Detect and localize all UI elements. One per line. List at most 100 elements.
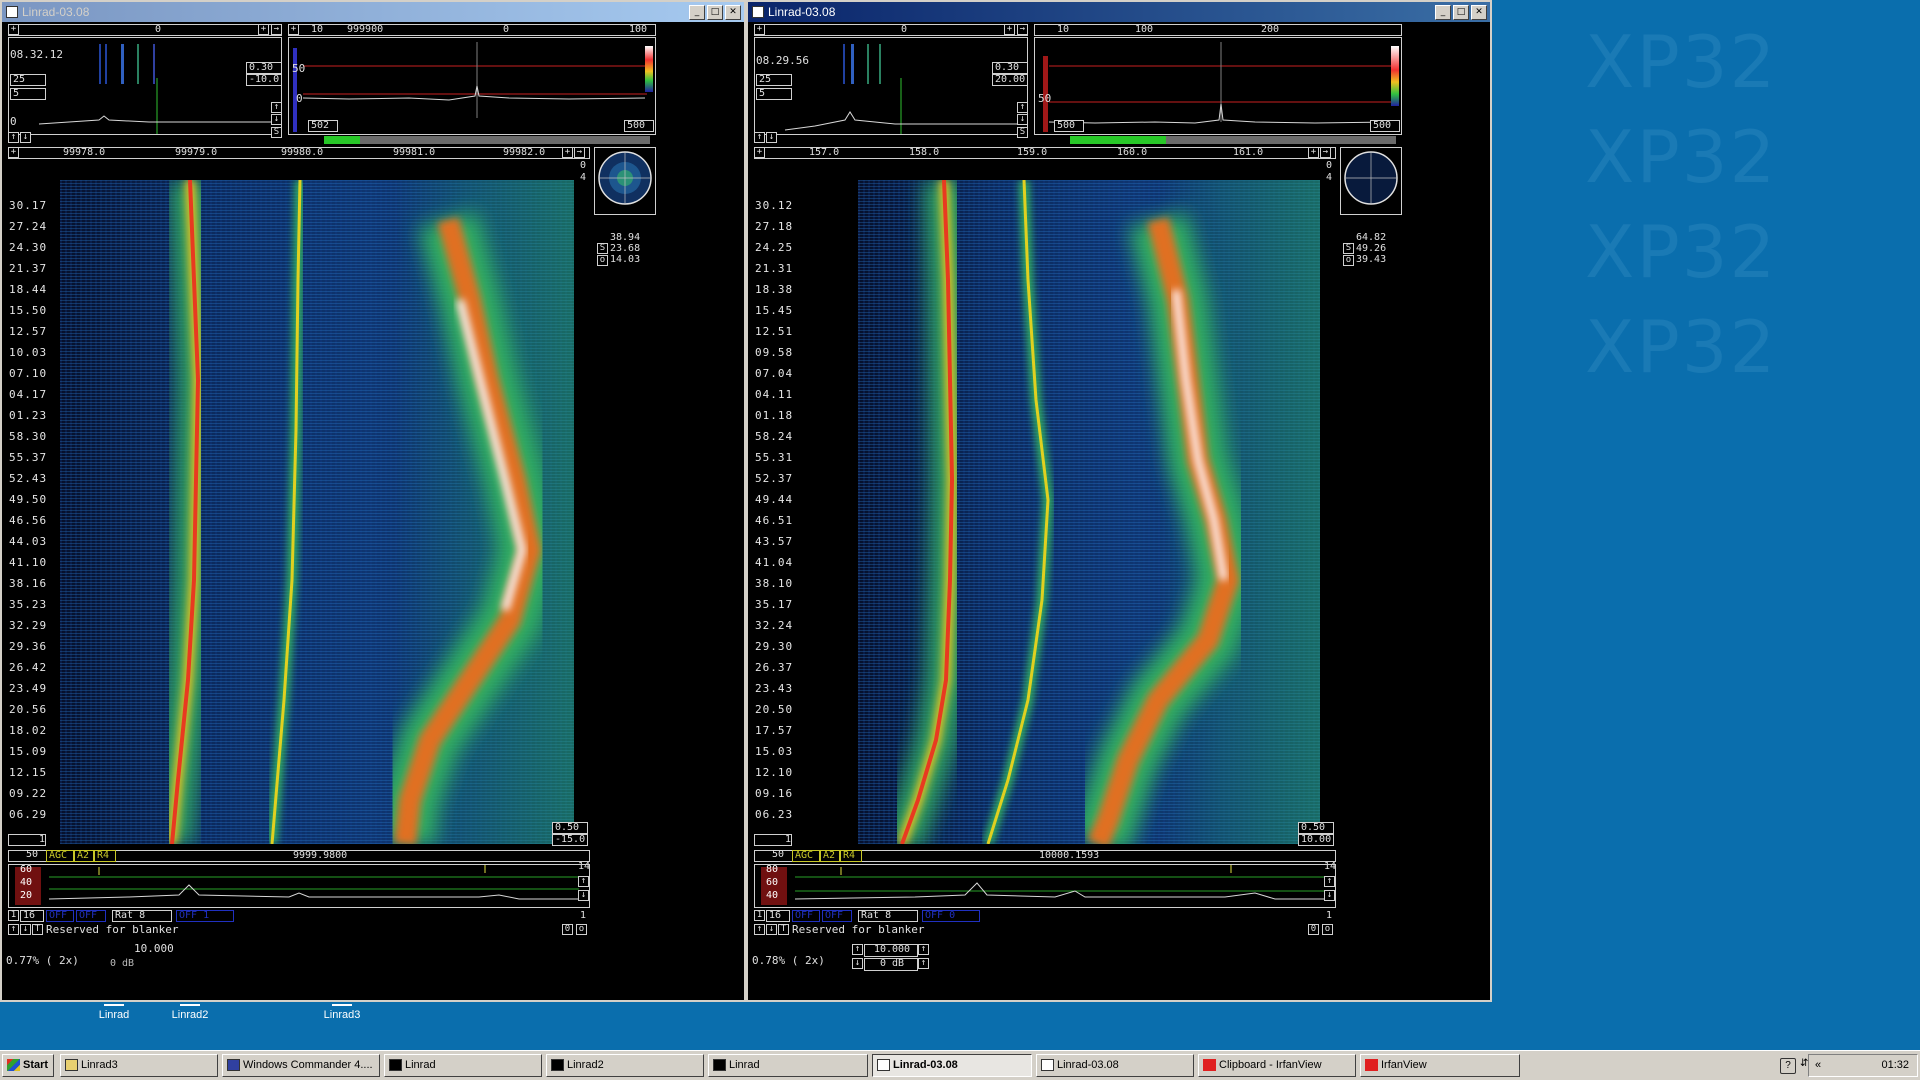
value-box[interactable]: 500 [1370,120,1400,132]
down-arrow-button[interactable]: ↓ [271,114,282,125]
down-arrow-button[interactable]: ↓ [1324,890,1335,901]
n16-box[interactable]: 16 [20,910,44,922]
value-box[interactable]: -15.0 [552,834,588,846]
scale-right-button[interactable]: + [1308,147,1319,158]
polarization-display[interactable] [594,147,656,215]
value-box[interactable]: 10.00 [1298,834,1334,846]
value-box[interactable]: 5 [756,88,792,100]
up-arrow-button[interactable]: ↑ [918,944,929,955]
taskbar-item-linrad[interactable]: Linrad [708,1054,868,1077]
down-arrow-button[interactable]: ↓ [20,132,31,143]
clock[interactable]: 01:32 [1881,1055,1909,1076]
up-arrow-button[interactable]: ↑ [918,958,929,969]
baseband-panel[interactable] [8,864,590,908]
close-button[interactable]: ✕ [725,4,741,20]
waterfall-display[interactable] [60,180,574,844]
scale-left-button[interactable]: + [8,147,19,158]
zero-button[interactable]: 0 [1308,924,1319,935]
taskbar-item-linrad-0308-active[interactable]: Linrad-03.08 [872,1054,1032,1077]
off-button[interactable]: OFF 1 [176,910,234,922]
up-arrow-button[interactable]: ↑ [271,102,282,113]
taskbar-item-linrad-0308[interactable]: Linrad-03.08 [1036,1054,1194,1077]
scale-left-button[interactable]: + [754,24,765,35]
baseband-panel[interactable] [754,864,1336,908]
s-button[interactable]: S [1343,243,1354,254]
start-button[interactable]: Start [2,1054,54,1077]
r4-button[interactable]: R4 [840,850,862,862]
value-box[interactable]: 5 [10,88,46,100]
scale-arrow-button[interactable]: → [574,147,585,158]
agc-button[interactable]: AGC [792,850,820,862]
o-button[interactable]: o [1322,924,1333,935]
rat-box[interactable]: Rat 8 [858,910,918,922]
linrad-window-2[interactable]: Linrad-03.08 _ □ ✕ 0 + + → 08.29.56 25 5… [746,0,1492,1002]
n1-button[interactable]: 1 [8,910,19,921]
scale-left-button[interactable]: + [288,24,299,35]
off-button[interactable]: OFF [76,910,106,922]
waterfall-display[interactable] [858,180,1320,844]
up-arrow-button[interactable]: ↑ [8,132,19,143]
title-bar[interactable]: Linrad-03.08 _ □ ✕ [748,2,1490,22]
t-button[interactable]: T [32,924,43,935]
down-arrow-button[interactable]: ↓ [852,958,863,969]
zero-button[interactable]: 0 [562,924,573,935]
tray-expand-button[interactable]: « [1815,1055,1821,1076]
n16-box[interactable]: 16 [766,910,790,922]
value-box[interactable]: 25 [756,74,792,86]
off-button[interactable]: OFF [822,910,852,922]
scale-arrow-button[interactable]: → [1320,147,1331,158]
o-button[interactable]: o [1343,255,1354,266]
a2-button[interactable]: A2 [74,850,94,862]
down-arrow-button[interactable]: ↓ [766,924,777,935]
value-box[interactable]: 25 [10,74,46,86]
down-arrow-button[interactable]: ↓ [578,890,589,901]
polarization-display[interactable] [1340,147,1402,215]
scale-left-button[interactable]: + [754,147,765,158]
scale-right-button[interactable]: + [562,147,573,158]
taskbar-item-linrad[interactable]: Linrad [384,1054,542,1077]
close-button[interactable]: ✕ [1471,4,1487,20]
scale-arrow-button[interactable]: → [1017,24,1028,35]
a2-button[interactable]: A2 [820,850,840,862]
o-button[interactable]: o [597,255,608,266]
minimize-button[interactable]: _ [689,4,705,20]
up-arrow-button[interactable]: ↑ [8,924,19,935]
help-icon[interactable]: ? [1780,1058,1796,1074]
linrad-window-1[interactable]: Linrad-03.08 _ □ ✕ 0 + + → 08.32.12 25 5… [0,0,746,1002]
hires-spectrum-panel[interactable] [1034,37,1402,135]
t-button[interactable]: T [778,924,789,935]
value-box[interactable]: 500 [624,120,654,132]
value-box[interactable]: 20.00 [992,74,1028,86]
maximize-button[interactable]: □ [707,4,723,20]
agc-button[interactable]: AGC [46,850,74,862]
desktop-icon-linrad2[interactable]: Linrad2 [170,1004,210,1021]
taskbar-item-clipboard-irfanview[interactable]: Clipboard - IrfanView [1198,1054,1356,1077]
off-button[interactable]: OFF [792,910,820,922]
value-box[interactable]: 500 [1054,120,1084,132]
value-box[interactable]: -10.0 [246,74,282,86]
db-input[interactable]: 0 dB [864,958,918,971]
n1-button[interactable]: 1 [754,910,765,921]
taskbar-item-linrad3[interactable]: Linrad3 [60,1054,218,1077]
title-bar[interactable]: Linrad-03.08 _ □ ✕ [2,2,744,22]
value-box[interactable]: 1 [754,834,792,846]
o-button[interactable]: o [576,924,587,935]
desktop-icon-linrad[interactable]: Linrad [96,1004,132,1021]
up-arrow-button[interactable]: ↑ [754,924,765,935]
value-box[interactable]: 0.30 [246,62,282,74]
taskbar-item-linrad2[interactable]: Linrad2 [546,1054,704,1077]
taskbar-item-irfanview[interactable]: IrfanView [1360,1054,1520,1077]
s-button[interactable]: S [1017,127,1028,138]
rat-box[interactable]: Rat 8 [112,910,172,922]
scale-arrow-button[interactable]: → [271,24,282,35]
s-button[interactable]: S [597,243,608,254]
up-arrow-button[interactable]: ↑ [1324,876,1335,887]
scale-right-button[interactable]: + [258,24,269,35]
value-box[interactable]: 0.50 [552,822,588,834]
up-arrow-button[interactable]: ↑ [754,132,765,143]
value-box[interactable]: 1 [8,834,46,846]
off-button[interactable]: OFF [46,910,74,922]
desktop-icon-linrad3[interactable]: Linrad3 [322,1004,362,1021]
value-box[interactable]: 0.50 [1298,822,1334,834]
scale-right-button[interactable]: + [1004,24,1015,35]
